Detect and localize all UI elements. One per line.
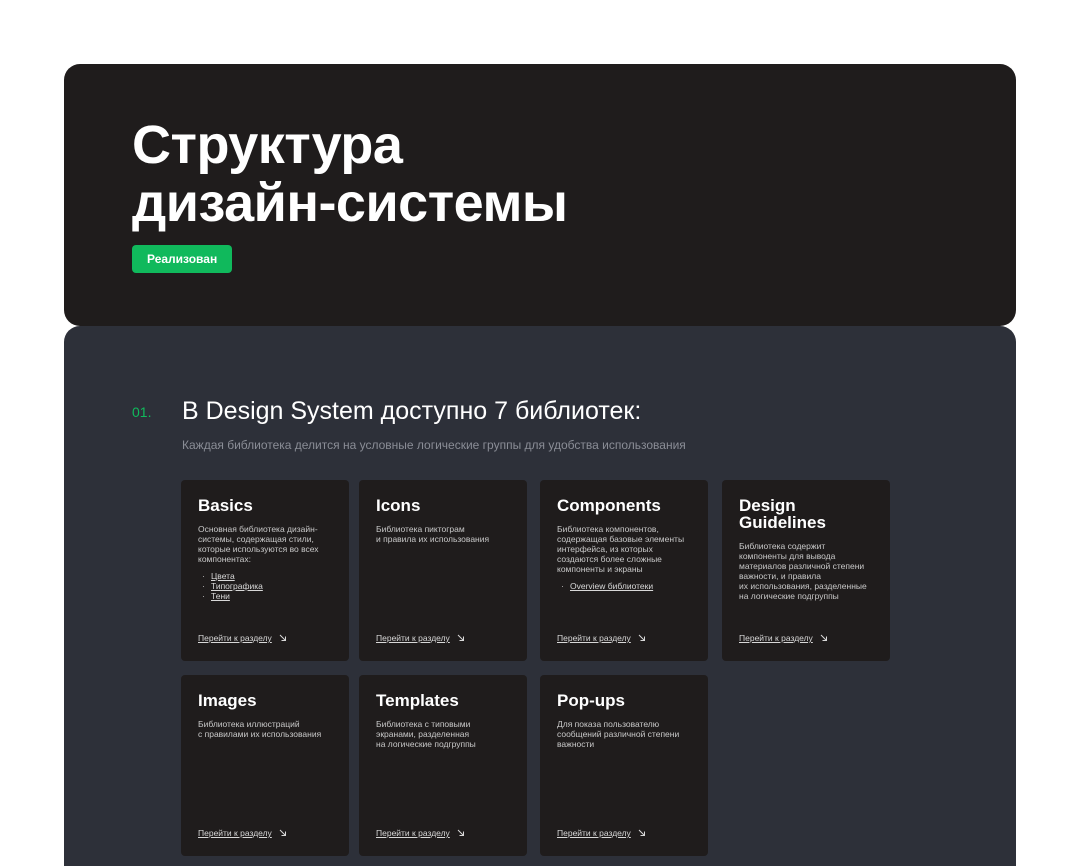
libraries-section: 01. В Design System доступно 7 библиотек… (64, 326, 1016, 866)
list-item: · Цвета (202, 571, 235, 581)
go-to-section-link[interactable]: Перейти к разделу (376, 828, 465, 838)
arrow-down-right-icon (820, 634, 827, 641)
arrow-down-right-icon (279, 829, 286, 836)
card-link-list: · Цвета · Типографика · Тени (198, 571, 263, 601)
card-title: Icons (376, 496, 421, 515)
link-label: Перейти к разделу (376, 633, 450, 643)
link-label: Перейти к разделу (376, 828, 450, 838)
library-card-templates: Templates Библиотека с типовыми экранами… (359, 675, 527, 856)
section-title: В Design System доступно 7 библиотек: (182, 397, 642, 425)
go-to-section-link[interactable]: Перейти к разделу (198, 633, 287, 643)
library-card-icons: Icons Библиотека пиктограм и правила их … (359, 480, 527, 661)
link-label: Перейти к разделу (739, 633, 813, 643)
library-card-pop-ups: Pop-ups Для показа пользователю сообщени… (540, 675, 708, 856)
card-title: Templates (376, 691, 459, 710)
arrow-down-right-icon (638, 634, 645, 641)
card-description: Библиотека компонентов, содержащая базов… (557, 524, 685, 574)
card-title: Basics (198, 496, 253, 515)
go-to-section-link[interactable]: Перейти к разделу (198, 828, 287, 838)
overview-link[interactable]: Overview библиотеки (570, 581, 653, 591)
library-card-basics: Basics Основная библиотека дизайн- систе… (181, 480, 349, 661)
list-item: · Тени (202, 591, 230, 601)
library-card-images: Images Библиотека иллюстраций с правилам… (181, 675, 349, 856)
arrow-down-right-icon (457, 634, 464, 641)
colors-link[interactable]: Цвета (211, 571, 235, 581)
go-to-section-link[interactable]: Перейти к разделу (376, 633, 465, 643)
section-subtitle: Каждая библиотека делится на условные ло… (182, 438, 686, 452)
arrow-down-right-icon (638, 829, 645, 836)
card-title: Design Guidelines (739, 496, 826, 532)
card-link-list: · Overview библиотеки (557, 581, 653, 591)
list-item: · Типографика (202, 581, 263, 591)
card-description: Библиотека содержит компоненты для вывод… (739, 541, 867, 601)
link-label: Перейти к разделу (198, 828, 272, 838)
link-label: Перейти к разделу (557, 828, 631, 838)
go-to-section-link[interactable]: Перейти к разделу (739, 633, 828, 643)
go-to-section-link[interactable]: Перейти к разделу (557, 828, 646, 838)
go-to-section-link[interactable]: Перейти к разделу (557, 633, 646, 643)
shadows-link[interactable]: Тени (211, 591, 230, 601)
typography-link[interactable]: Типографика (211, 581, 263, 591)
arrow-down-right-icon (279, 634, 286, 641)
card-title: Components (557, 496, 661, 515)
card-description: Для показа пользователю сообщений различ… (557, 719, 680, 749)
card-title: Images (198, 691, 257, 710)
arrow-down-right-icon (457, 829, 464, 836)
card-description: Основная библиотека дизайн- системы, сод… (198, 524, 319, 564)
section-number: 01. (132, 404, 152, 420)
card-description: Библиотека пиктограм и правила их исполь… (376, 524, 490, 544)
list-item: · Overview библиотеки (561, 581, 654, 591)
card-title: Pop-ups (557, 691, 625, 710)
library-card-design-guidelines: Design Guidelines Библиотека содержит ко… (722, 480, 890, 661)
link-label: Перейти к разделу (198, 633, 272, 643)
link-label: Перейти к разделу (557, 633, 631, 643)
hero-banner: Структура дизайн-системы Реализован (64, 64, 1016, 326)
card-description: Библиотека иллюстраций с правилами их ис… (198, 719, 322, 739)
library-card-components: Components Библиотека компонентов, содер… (540, 480, 708, 661)
status-badge: Реализован (132, 245, 233, 273)
card-description: Библиотека с типовыми экранами, разделен… (376, 719, 476, 749)
page-title: Структура дизайн-системы (132, 115, 568, 233)
